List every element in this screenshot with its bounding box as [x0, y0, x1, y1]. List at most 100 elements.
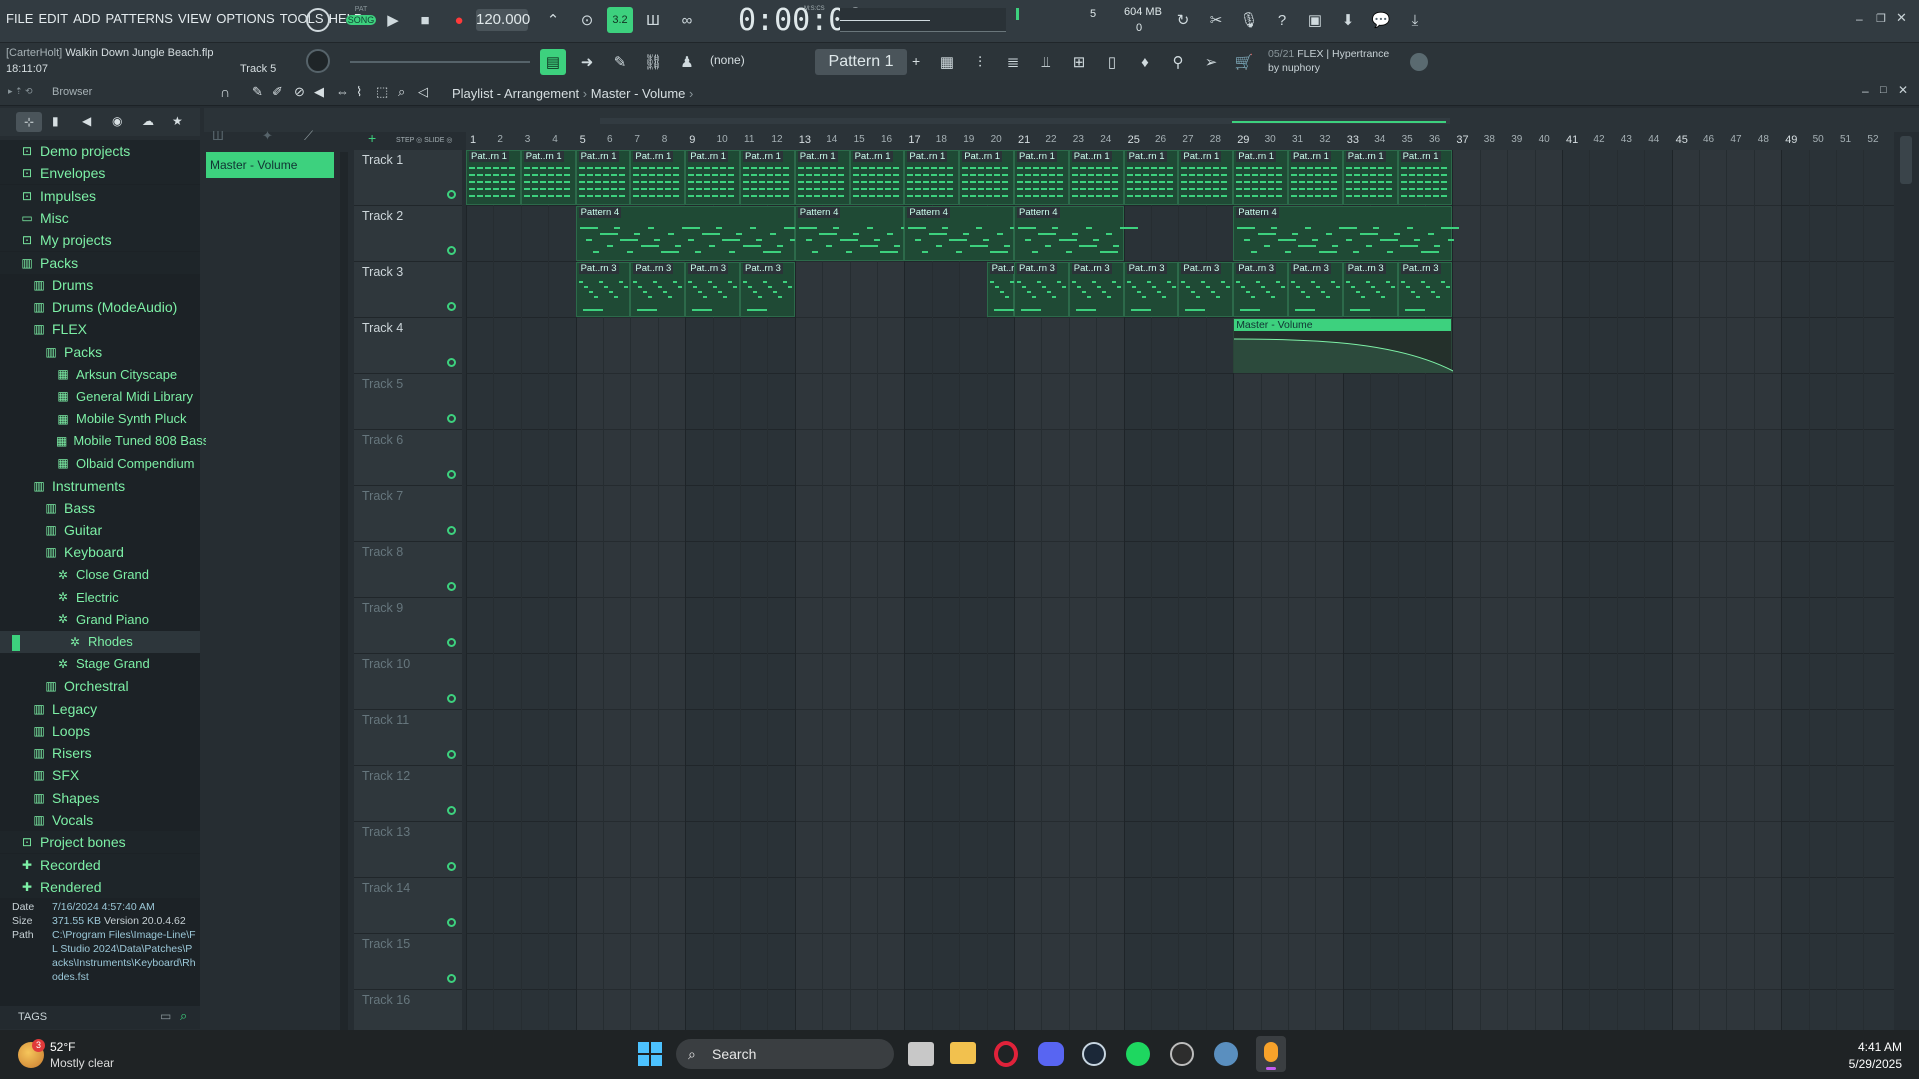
taskbar-search[interactable]: ⌕ Search — [676, 1039, 894, 1069]
timeline-ruler[interactable]: 1 2 3 4 5 6 7 8 9 10 11 12 13 14 15 16 17 18 19 20 21 22 23 24 2… — [466, 132, 1894, 150]
browser-item[interactable]: ▦ General Midi Library — [0, 385, 200, 407]
pattern-clip[interactable]: Pat..rn 3 — [1342, 262, 1398, 317]
track-header[interactable]: Track 3 — [354, 262, 462, 318]
download-icon[interactable]: ⤓ — [1402, 7, 1428, 33]
menu-add[interactable]: ADD — [73, 11, 100, 26]
browser-arrow-icon[interactable]: ▸ ⇡ ⟲ — [8, 86, 33, 97]
browser-item[interactable]: ⊡ Project bones — [0, 831, 200, 854]
browser-tree-icon[interactable]: ⊞ — [1066, 49, 1092, 75]
playlist-vscrollbar[interactable] — [1896, 132, 1916, 1030]
notes-icon[interactable]: ▯ — [1099, 49, 1125, 75]
browser-item[interactable]: ▥ SFX — [0, 764, 200, 786]
track-mute-icon[interactable] — [447, 246, 456, 255]
cut-icon[interactable]: ✂ — [1203, 7, 1229, 33]
play-icon[interactable]: ▶ — [380, 7, 406, 33]
browser-plugin-icon[interactable]: ◉ — [112, 114, 122, 128]
pattern-clip[interactable]: Pat..rn 3 — [986, 262, 1039, 317]
pattern-clip[interactable]: Pat..rn 3 — [575, 262, 631, 317]
menu-file[interactable]: FILE — [6, 11, 33, 26]
pattern-clip[interactable]: Pattern 4 — [794, 206, 919, 261]
browser-item[interactable]: ✚ Recorded — [0, 853, 200, 876]
task-view-icon[interactable] — [908, 1042, 934, 1066]
draw-tool-icon[interactable]: ✎ — [252, 84, 263, 100]
close-icon[interactable]: ✕ — [1896, 10, 1907, 26]
pattern-selector[interactable]: Pattern 1 — [815, 49, 907, 75]
arrow-icon[interactable]: ➜ — [574, 49, 600, 75]
performance-icon[interactable]: ⚲ — [1165, 49, 1191, 75]
browser-item[interactable]: ▥ Packs — [0, 251, 200, 274]
track-header[interactable]: Track 11 — [354, 710, 462, 766]
browser-item[interactable]: ▥ Shapes — [0, 787, 200, 809]
pattern-clip[interactable]: Pattern 4 — [904, 206, 1029, 261]
blend-notes-icon[interactable]: Ш — [640, 7, 666, 33]
pattern-clip[interactable]: Pat..rn 1 — [1014, 150, 1069, 205]
pattern-clip[interactable]: Pat..rn 3 — [630, 262, 686, 317]
pattern-clip[interactable]: Pat..rn 1 — [849, 150, 905, 205]
pattern-clip[interactable]: Pat..rn 1 — [466, 150, 521, 205]
track-header[interactable]: Track 14 — [354, 878, 462, 934]
pattern-clip[interactable]: Pat..rn 1 — [1288, 150, 1343, 205]
wait-input-icon[interactable]: ⊙ — [574, 7, 600, 33]
render-icon[interactable]: ⬇ — [1335, 7, 1361, 33]
track-header[interactable]: Track 2 — [354, 206, 462, 262]
pattern-clip[interactable]: Pat..rn 1 — [1342, 150, 1398, 205]
undo-icon[interactable]: ↻ — [1170, 7, 1196, 33]
browser-item[interactable]: ▥ Keyboard — [0, 541, 200, 563]
browser-item[interactable]: ▥ Loops — [0, 720, 200, 742]
playlist-minimize-icon[interactable]: – — [1862, 84, 1869, 98]
browser-item[interactable]: ▦ Mobile Synth Pluck — [0, 408, 200, 430]
main-volume-knob[interactable] — [306, 49, 330, 73]
chat-icon[interactable]: 💬 — [1368, 7, 1394, 33]
piano-roll-icon[interactable]: ⫶ — [967, 49, 993, 75]
save-icon[interactable]: ▣ — [1302, 7, 1328, 33]
track-header[interactable]: Track 10 — [354, 654, 462, 710]
link-icon[interactable]: ⛓ — [640, 49, 666, 75]
track-mute-icon[interactable] — [447, 526, 456, 535]
browser-speaker-icon[interactable]: ◀ — [82, 114, 91, 128]
browser-item[interactable]: ✲ Stage Grand — [0, 653, 200, 675]
metronome-icon[interactable]: ⌃ — [540, 7, 566, 33]
news-icon[interactable] — [1410, 53, 1428, 71]
track-header[interactable]: Track 1 — [354, 150, 462, 206]
pattern-clip[interactable]: Pat..rn 1 — [740, 150, 795, 205]
select-tool-icon[interactable]: ⬚ — [376, 84, 388, 100]
arrangement-grid[interactable]: Pat..rn 1 Pat..rn 1 Pat..rn 1 Pat..rn 1 Pat.… — [466, 150, 1894, 1030]
browser-item[interactable]: ▥ FLEX — [0, 318, 200, 340]
browser-item[interactable]: ▥ Legacy — [0, 698, 200, 720]
track-mute-icon[interactable] — [447, 750, 456, 759]
track-mute-icon[interactable] — [447, 806, 456, 815]
channel-rack-icon[interactable]: ▦ — [934, 49, 960, 75]
minimize-icon[interactable]: – — [1856, 12, 1863, 26]
mixer-icon[interactable]: ⫫ — [1033, 49, 1059, 75]
pattern-clip[interactable]: Pat..rn 1 — [685, 150, 740, 205]
pattern-clip[interactable]: Pat..rn 1 — [794, 150, 850, 205]
track-header[interactable]: Track 12 — [354, 766, 462, 822]
browser-item[interactable]: ✲ Rhodes — [0, 630, 200, 653]
browser-item[interactable]: ▥ Bass — [0, 497, 200, 519]
browser-item[interactable]: ▦ Olbaid Compendium — [0, 452, 200, 474]
pattern-clip[interactable]: Pat..rn 3 — [1014, 262, 1069, 317]
magnet-icon[interactable]: ∩ — [220, 84, 230, 100]
pattern-clip[interactable]: Pat..rn 1 — [959, 150, 1014, 205]
countdown-icon[interactable]: 3.2 — [607, 7, 633, 33]
playlist-maximize-icon[interactable]: □ — [1880, 84, 1887, 96]
browser-item[interactable]: ▥ Instruments — [0, 475, 200, 497]
pattern-dropdown[interactable]: (none) — [710, 53, 790, 73]
pattern-clip[interactable]: Pat..rn 3 — [740, 262, 795, 317]
news-panel[interactable]: 05/21 FLEX | Hypertrance by nuphory — [1268, 47, 1428, 77]
tags-search-icon[interactable]: ⌕ — [180, 1008, 187, 1024]
delete-tool-icon[interactable]: ⊘ — [294, 84, 305, 100]
zoom-tool-icon[interactable]: ⌕ — [398, 84, 405, 100]
pitch-slider[interactable] — [350, 61, 530, 63]
playback-tool-icon[interactable]: ◁ — [418, 84, 428, 100]
obs-icon[interactable] — [1170, 1042, 1194, 1066]
loop-record-icon[interactable]: ∞ — [674, 7, 700, 33]
selected-clip-item[interactable]: Master - Volume — [206, 152, 334, 178]
browser-item[interactable]: ▥ Drums — [0, 274, 200, 296]
pattern-clip[interactable]: Master - Volume — [1233, 318, 1454, 373]
menu-edit[interactable]: EDIT — [38, 11, 68, 26]
tags-folder-icon[interactable]: ▭ — [160, 1009, 171, 1023]
browser-item[interactable]: ▥ Drums (ModeAudio) — [0, 296, 200, 318]
browser-item[interactable]: ▥ Risers — [0, 742, 200, 764]
pattern-clip[interactable]: Pat..rn 3 — [685, 262, 740, 317]
